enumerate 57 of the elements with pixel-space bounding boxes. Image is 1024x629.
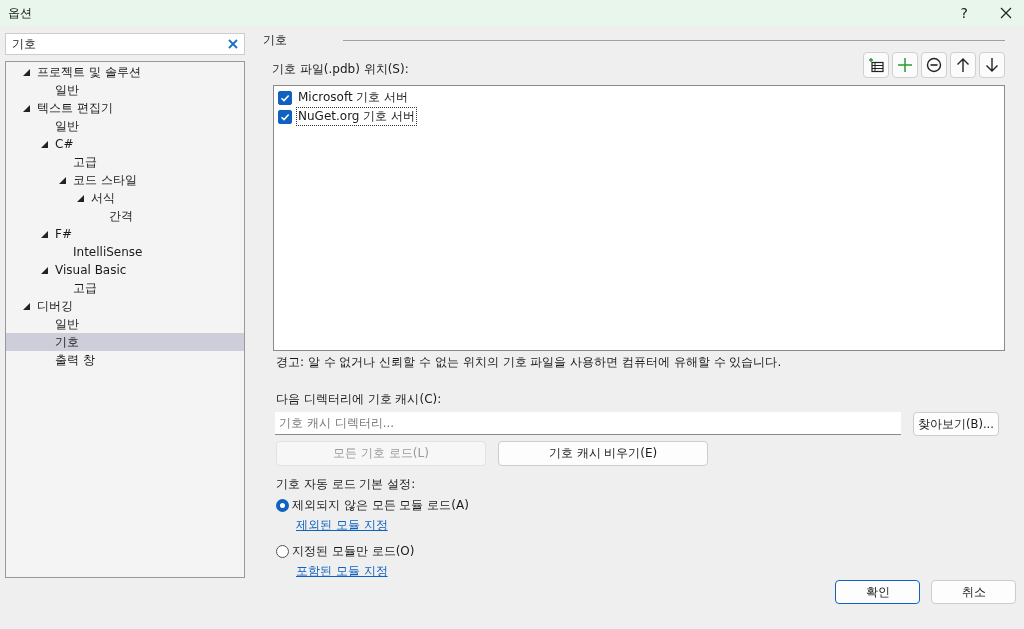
tree-item[interactable]: 출력 창	[6, 351, 244, 369]
tree-item[interactable]: 일반	[6, 81, 244, 99]
clear-icon[interactable]	[228, 39, 238, 49]
tree-item[interactable]: F#	[6, 225, 244, 243]
remove-icon	[926, 57, 942, 73]
help-button[interactable]: ?	[960, 5, 968, 21]
expander-icon[interactable]	[41, 231, 48, 238]
tree-item[interactable]: IntelliSense	[6, 243, 244, 261]
radio-button[interactable]	[276, 499, 289, 512]
cancel-button[interactable]: 취소	[931, 580, 1016, 604]
tree-item[interactable]: 일반	[6, 315, 244, 333]
warning-text: 경고: 알 수 없거나 신뢰할 수 없는 위치의 기호 파일을 사용하면 컴퓨터에 유해할 수 있습니다.	[276, 354, 783, 371]
tree-item[interactable]: 디버깅	[6, 297, 244, 315]
expander-icon[interactable]	[41, 267, 48, 274]
location-item[interactable]: Microsoft 기호 서버	[296, 88, 411, 107]
tree-item[interactable]: 서식	[6, 189, 244, 207]
location-item[interactable]: NuGet.org 기호 서버	[296, 107, 418, 126]
ok-button[interactable]: 확인	[835, 580, 920, 604]
radio-button[interactable]	[276, 545, 289, 558]
modules-link[interactable]: 제외된 모듈 지정	[296, 517, 388, 534]
tree-item[interactable]: 기호	[6, 333, 244, 351]
checkbox[interactable]	[278, 90, 292, 105]
tree-item[interactable]: 간격	[6, 207, 244, 225]
expander-icon[interactable]	[23, 303, 30, 310]
section-title: 기호	[263, 31, 287, 49]
tree-item[interactable]: 텍스트 편집기	[6, 99, 244, 117]
plus-icon	[897, 57, 913, 73]
browse-button[interactable]: 찾아보기(B)...	[913, 412, 999, 436]
tree-item[interactable]: 프로젝트 및 솔루션	[6, 63, 244, 81]
window-title: 옵션	[8, 4, 33, 22]
radio-label[interactable]: 지정된 모듈만 로드(O)	[292, 543, 415, 560]
radio-label[interactable]: 제외되지 않은 모든 모듈 로드(A)	[292, 497, 469, 514]
toolbar-button[interactable]	[863, 52, 889, 78]
locations-label: 기호 파일(.pdb) 위치(S):	[272, 61, 409, 78]
tree-item[interactable]: 코드 스타일	[6, 171, 244, 189]
clear-cache-button[interactable]: 기호 캐시 비우기(E)	[498, 441, 708, 466]
search-field[interactable]: 기호	[5, 33, 245, 55]
checkbox[interactable]	[278, 109, 292, 124]
up-arrow-icon	[956, 57, 970, 73]
toolbar-button[interactable]	[921, 52, 947, 78]
tree-item[interactable]: Visual Basic	[6, 261, 244, 279]
add-list-icon	[867, 56, 885, 74]
tree-item[interactable]: 일반	[6, 117, 244, 135]
cache-directory-field[interactable]: 기호 캐시 디렉터리...	[275, 412, 901, 435]
close-icon[interactable]	[1000, 7, 1012, 19]
tree-item[interactable]: C#	[6, 135, 244, 153]
expander-icon[interactable]	[59, 177, 66, 184]
autoload-label: 기호 자동 로드 기본 설정:	[276, 476, 417, 493]
down-arrow-icon	[985, 57, 999, 73]
tree-item[interactable]: 고급	[6, 279, 244, 297]
expander-icon[interactable]	[23, 105, 30, 112]
tree-item[interactable]: 고급	[6, 153, 244, 171]
cache-label: 다음 디렉터리에 기호 캐시(C):	[276, 391, 443, 408]
expander-icon[interactable]	[23, 69, 30, 76]
modules-link[interactable]: 포함된 모듈 지정	[296, 563, 388, 580]
expander-icon[interactable]	[77, 195, 84, 202]
expander-icon[interactable]	[41, 141, 48, 148]
